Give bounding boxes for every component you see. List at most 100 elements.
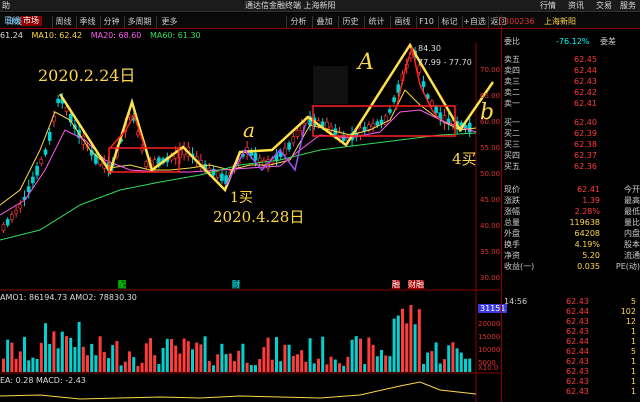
volume-bar [186,341,190,372]
volume-bar [157,363,161,372]
volume-bar [170,339,173,372]
tick-price: 62.43 [566,317,589,326]
bid-price: 62.39 [574,129,597,138]
weicha-label: 委差 [600,37,616,46]
volume-bar [363,364,367,372]
stat-row: 现价 62.41 今开 [504,185,640,195]
stat-label-right: 量比 [624,218,640,227]
volume-bar [195,342,199,372]
volume-bar [443,359,446,372]
tick-price: 62.43 [566,327,589,336]
volume-bar [107,358,110,372]
stat-row: 外盘 64208 内盘 [504,229,640,239]
volume-bar [123,361,127,372]
ask-label: 卖二 [504,88,520,97]
ask-price: 62.43 [574,77,597,86]
volume-bar [241,343,245,372]
stat-label-right: 内盘 [624,229,640,238]
volume-bar [39,342,43,372]
ask-label: 卖四 [504,66,520,75]
volume-bar [6,339,10,372]
menu-jiaoyi[interactable]: 交易 [596,1,612,11]
tick-row: 14:56 62.43 5 [504,297,640,307]
bid-row: 买四 62.37 [504,151,640,161]
candle [43,149,48,155]
stat-label-right: 股本 [624,240,640,249]
bid-label: 买一 [504,118,520,127]
volume-bar [44,323,47,372]
stat-label: 总量 [504,218,520,227]
volume-bar [312,363,316,372]
stat-row: 涨幅 2.28% 最低 [504,207,640,217]
range-label: 77.99 - 77.70 [418,58,472,67]
candle [35,165,39,176]
volume-bar [161,347,165,372]
volume-bar [220,343,224,372]
candle [396,84,401,93]
volume-bar [60,331,64,372]
volume-tick: 15000 [478,333,501,341]
volume-bar [27,360,31,372]
stat-value: 4.19% [574,240,600,249]
tick-volume: 1 [630,387,636,396]
tick-volume: 5 [630,297,636,306]
stat-label: 现价 [504,185,520,194]
stat-label: 涨跌 [504,196,520,205]
volume-bar [401,308,404,372]
volume-bar [371,344,375,372]
volume-bar [94,355,98,372]
bid-price: 62.37 [574,151,597,160]
candle [421,81,426,88]
candle [215,171,220,178]
tick-row: 62.44 5 [504,347,640,357]
volume-bar [422,363,425,372]
volume-bar [199,344,203,372]
tick-row: 62.43 1 [504,367,640,377]
volume-bar [31,357,35,372]
candle [367,124,371,130]
volume-bar [396,315,400,372]
annotation-buy4: 4买 [452,150,477,168]
ask-row: 卖三 62.43 [504,77,640,87]
volume-bar [392,318,396,372]
tick-volume: 12 [625,317,636,326]
menu-fuwu[interactable]: 服务 [620,1,636,11]
annotation-a: a [243,118,255,142]
volume-bar [111,345,115,372]
tick-volume: 1 [630,367,636,376]
marker-cai: 财 [232,280,240,289]
tick-row: 62.43 1 [504,387,640,397]
candle [47,132,52,141]
tick-price: 62.43 [566,357,589,366]
candle [31,176,35,184]
volume-bar [35,359,39,372]
volume-bar [338,363,341,372]
marker-rong: 融 [392,280,400,289]
menu-hangqing[interactable]: 行情 [540,1,556,11]
candle [291,136,296,144]
stat-value: 1.39 [582,196,600,205]
volume-bar [275,337,278,372]
volume-bar [350,339,354,372]
menu-zixun[interactable]: 资讯 [568,1,584,11]
bid-row: 买三 62.38 [504,140,640,150]
volume-bar [254,365,257,372]
volume-bar [207,360,211,372]
volume-bar [165,338,169,372]
annotation-A: A [358,50,374,75]
volume-bar [304,361,308,372]
volume-bar [325,364,329,372]
volume-bar [388,356,392,372]
tick-price: 62.43 [566,387,589,396]
weibi-label: 委比 [504,37,520,46]
volume-bar [90,343,94,372]
volume-bar [224,354,228,372]
volume-bar [287,344,291,372]
bid-price: 62.38 [574,140,597,149]
volume-bar [270,359,274,372]
stat-label: 净资 [504,251,520,260]
volume-bar [409,305,413,372]
volume-bar [98,336,102,372]
volume-bar [266,337,270,372]
tick-row: 62.43 12 [504,317,640,327]
